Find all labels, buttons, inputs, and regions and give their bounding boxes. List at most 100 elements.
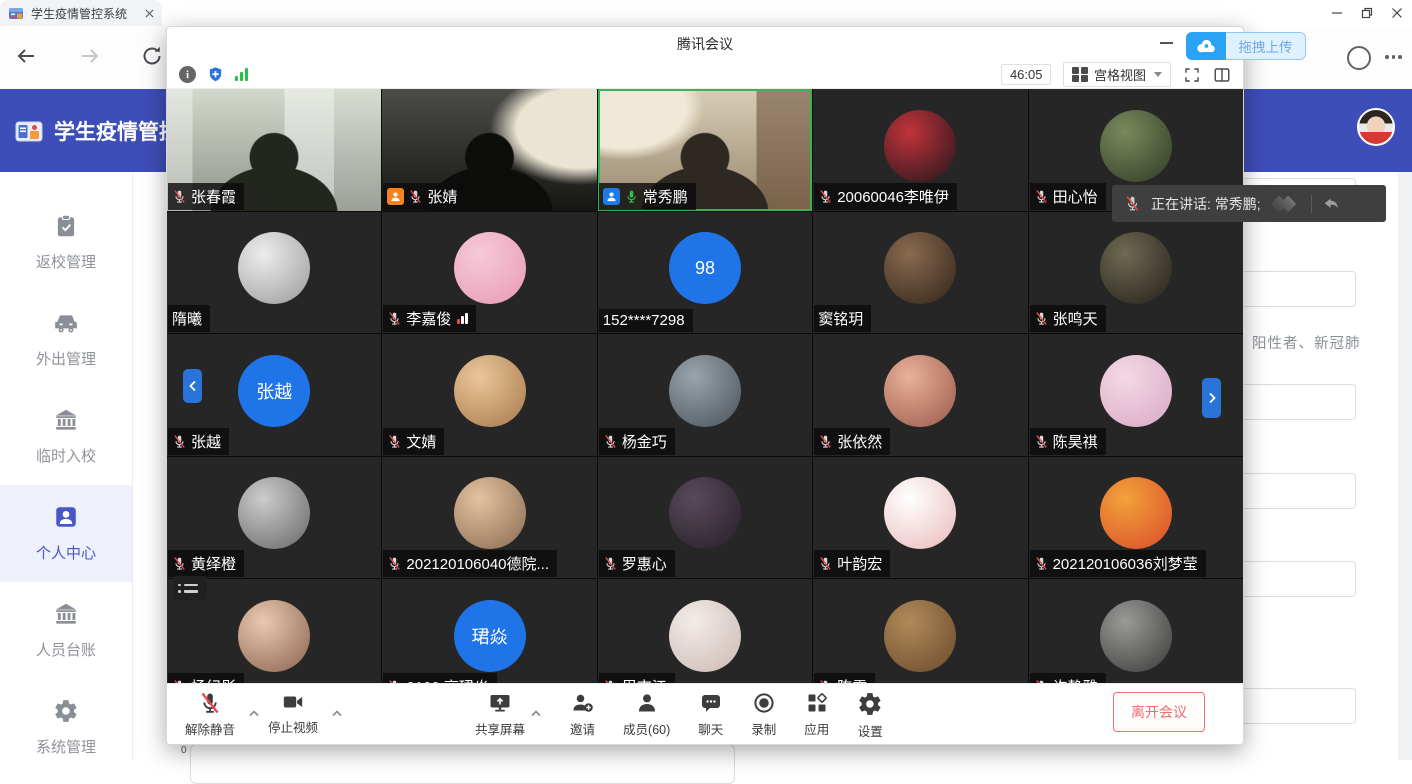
participant-tile[interactable]: 98152****7298 [598,212,812,334]
member-list-icon[interactable] [173,576,207,600]
back-icon[interactable] [14,44,38,68]
bank-icon [53,601,79,627]
participant-tile[interactable]: 202120106036刘梦莹 [1029,457,1243,579]
leave-meeting-button[interactable]: 离开会议 [1113,692,1205,732]
participant-name: 李嘉俊 [406,308,451,329]
participant-tile[interactable]: 202120106040德院... [382,457,596,579]
participant-name: 张鸣天 [1053,308,1098,329]
restore-icon[interactable] [1352,0,1382,26]
sidebar-item-系统管理[interactable]: 系统管理 [0,679,132,776]
sidebar-item-返校管理[interactable]: 返校管理 [0,194,132,291]
participant-name-label: 杨金巧 [599,428,675,455]
participant-tile[interactable]: 窦铭玥 [813,212,1027,334]
participant-tile[interactable]: 李嘉俊 [382,212,596,334]
participant-tile[interactable]: 珺焱 0100 高珺焱 [382,579,596,683]
browser-tabstrip: 学生疫情管控系统 [0,0,1412,26]
participant-tile[interactable]: 叶韵宏 [813,457,1027,579]
avatar-photo [238,600,310,672]
toolbar-聊天[interactable]: 聊天 [698,691,723,738]
participant-name-label: 许静雅 [1030,673,1106,684]
toolbar-邀请[interactable]: 邀请 [570,691,595,738]
toolbar-共享屏幕[interactable]: 共享屏幕 [475,691,525,738]
participant-tile[interactable]: 文婧 [382,334,596,456]
chevron-up-icon[interactable] [331,709,343,718]
sidebar-item-人员台账[interactable]: 人员台账 [0,582,132,679]
car-icon [53,310,79,336]
toolbar-label: 聊天 [698,719,723,738]
participant-name-label: 张依然 [814,428,890,455]
sidebar-item-临时入校[interactable]: 临时入校 [0,388,132,485]
participant-name: 0100 高珺焱 [406,676,489,684]
mic-muted-icon [172,556,187,571]
next-page-button[interactable] [1202,378,1221,418]
participant-name-label: 文婧 [383,428,444,455]
toolbar-解除静音[interactable]: 解除静音 [177,691,243,738]
toolbar-停止视频[interactable]: 停止视频 [260,691,326,736]
video-grid: 张春霞 张婧 常秀鹏 20060046李唯伊 田心怡隋曦 李嘉俊98152***… [167,89,1243,683]
participant-tile[interactable]: 张春霞 [167,89,381,211]
participant-name-label: 杨纪彤 [168,673,244,684]
participant-name-label: 叶韵宏 [814,550,890,577]
chevron-up-icon[interactable] [530,709,542,718]
participant-name: 202120106036刘梦莹 [1053,553,1198,574]
participant-tile[interactable]: 隋曦 [167,212,381,334]
mic-muted-icon [1034,311,1049,326]
participant-tile[interactable]: 陈雯 [813,579,1027,683]
participant-name: 罗惠心 [622,553,667,574]
mic-muted-icon [1034,189,1049,204]
user-avatar[interactable] [1357,108,1395,146]
participant-tile[interactable]: 20060046李唯伊 [813,89,1027,211]
profile-icon[interactable] [1347,46,1371,70]
sidebar-item-外出管理[interactable]: 外出管理 [0,291,132,388]
refresh-icon[interactable] [140,44,164,68]
participant-tile[interactable]: 黄绎橙 [167,457,381,579]
shield-icon[interactable] [207,66,224,83]
toolbar-label: 录制 [751,719,776,738]
avatar-photo [884,600,956,672]
participant-name-label: 0100 高珺焱 [383,673,497,684]
reply-arrow-icon[interactable] [1322,195,1340,213]
browser-tab[interactable]: 学生疫情管控系统 [0,0,162,26]
toolbar-录制[interactable]: 录制 [751,691,776,738]
participant-tile[interactable]: 张依然 [813,334,1027,456]
info-icon[interactable]: i [179,66,196,83]
split-view-icon[interactable] [1213,66,1231,84]
forward-icon[interactable] [78,44,102,68]
mic-muted-icon [387,311,402,326]
participant-tile[interactable]: 张婧 [382,89,596,211]
view-mode-label: 宫格视图 [1094,65,1146,84]
participant-tile[interactable]: 张鸣天 [1029,212,1243,334]
participant-tile[interactable]: 许静雅 [1029,579,1243,683]
avatar-photo [454,232,526,304]
minimize-icon[interactable] [1322,0,1352,26]
toolbar-设置[interactable]: 设置 [857,691,883,740]
drag-upload-button[interactable]: 拖拽上传 [1186,32,1306,60]
participant-tile[interactable]: 罗惠心 [598,457,812,579]
toolbar-label: 应用 [804,719,829,738]
clipboard-check-icon [53,213,79,239]
chevron-up-icon[interactable] [248,709,260,718]
mic-muted-icon [818,189,833,204]
participant-name-label: 常秀鹏 [599,183,696,210]
avatar-photo [884,477,956,549]
prev-page-button[interactable] [183,369,202,403]
sidebar-item-个人中心[interactable]: 个人中心 [0,485,132,582]
participant-name: 杨金巧 [622,431,667,452]
menu-dots-icon[interactable] [1385,55,1402,59]
fullscreen-icon[interactable] [1183,66,1201,84]
tab-close-icon[interactable] [145,9,154,18]
close-icon[interactable] [1382,0,1412,26]
participant-tile[interactable]: 杨金巧 [598,334,812,456]
toolbar-应用[interactable]: 应用 [804,691,829,738]
participant-tile[interactable]: 周志江 [598,579,812,683]
form-input-partial[interactable] [190,744,735,784]
meeting-minimize-icon[interactable] [1160,42,1173,44]
participant-tile[interactable]: 常秀鹏 [598,89,812,211]
view-mode-button[interactable]: 宫格视图 [1063,62,1171,87]
participant-name: 文婧 [406,431,436,452]
participant-name-label: 202120106040德院... [383,550,557,577]
participant-name: 杨纪彤 [191,676,236,684]
participant-name-label: 张婧 [383,183,465,210]
signal-icon[interactable] [235,68,248,81]
toolbar-成员(60)[interactable]: 成员(60) [623,691,670,738]
